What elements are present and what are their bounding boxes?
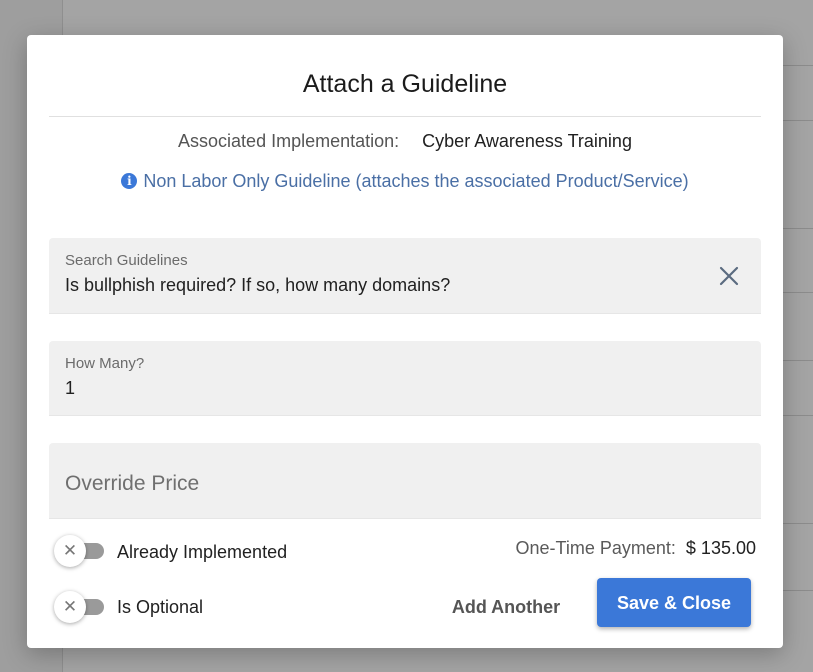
one-time-payment-value: $ 135.00	[685, 538, 756, 558]
close-icon[interactable]	[717, 264, 741, 288]
guideline-type-note: i Non Labor Only Guideline (attaches the …	[27, 171, 783, 192]
dialog-title: Attach a Guideline	[302, 70, 508, 98]
how-many-label: How Many?	[65, 355, 145, 372]
is-optional-label: Is Optional	[117, 597, 204, 617]
close-icon: ✕	[54, 591, 86, 623]
guideline-type-text: Non Labor Only Guideline (attaches the a…	[143, 171, 689, 191]
override-price-input[interactable]: Override Price	[65, 472, 199, 496]
is-optional-toggle[interactable]: ✕	[54, 591, 108, 623]
associated-implementation: Associated Implementation: Cyber Awarene…	[27, 131, 783, 152]
search-guidelines-input[interactable]: Is bullphish required? If so, how many d…	[65, 275, 450, 296]
title-divider	[49, 116, 761, 117]
associated-implementation-value: Cyber Awareness Training	[422, 131, 632, 151]
close-icon: ✕	[54, 535, 86, 567]
already-implemented-label: Already Implemented	[117, 542, 288, 562]
save-close-button[interactable]: Save & Close	[597, 578, 751, 627]
override-price-field[interactable]: Override Price	[49, 443, 761, 519]
how-many-input[interactable]: 1	[65, 378, 75, 399]
associated-implementation-label: Associated Implementation:	[178, 131, 400, 151]
attach-guideline-dialog: Attach a Guideline Associated Implementa…	[27, 35, 783, 648]
add-another-button[interactable]: Add Another	[441, 588, 571, 624]
one-time-payment-label: One-Time Payment:	[515, 538, 676, 558]
already-implemented-toggle[interactable]: ✕	[54, 535, 108, 567]
one-time-payment: One-Time Payment: $ 135.00	[516, 538, 756, 559]
info-icon: i	[121, 173, 138, 189]
search-guidelines-label: Search Guidelines	[65, 252, 188, 269]
search-guidelines-field[interactable]: Search Guidelines Is bullphish required?…	[49, 238, 761, 314]
how-many-field[interactable]: How Many? 1	[49, 341, 761, 416]
